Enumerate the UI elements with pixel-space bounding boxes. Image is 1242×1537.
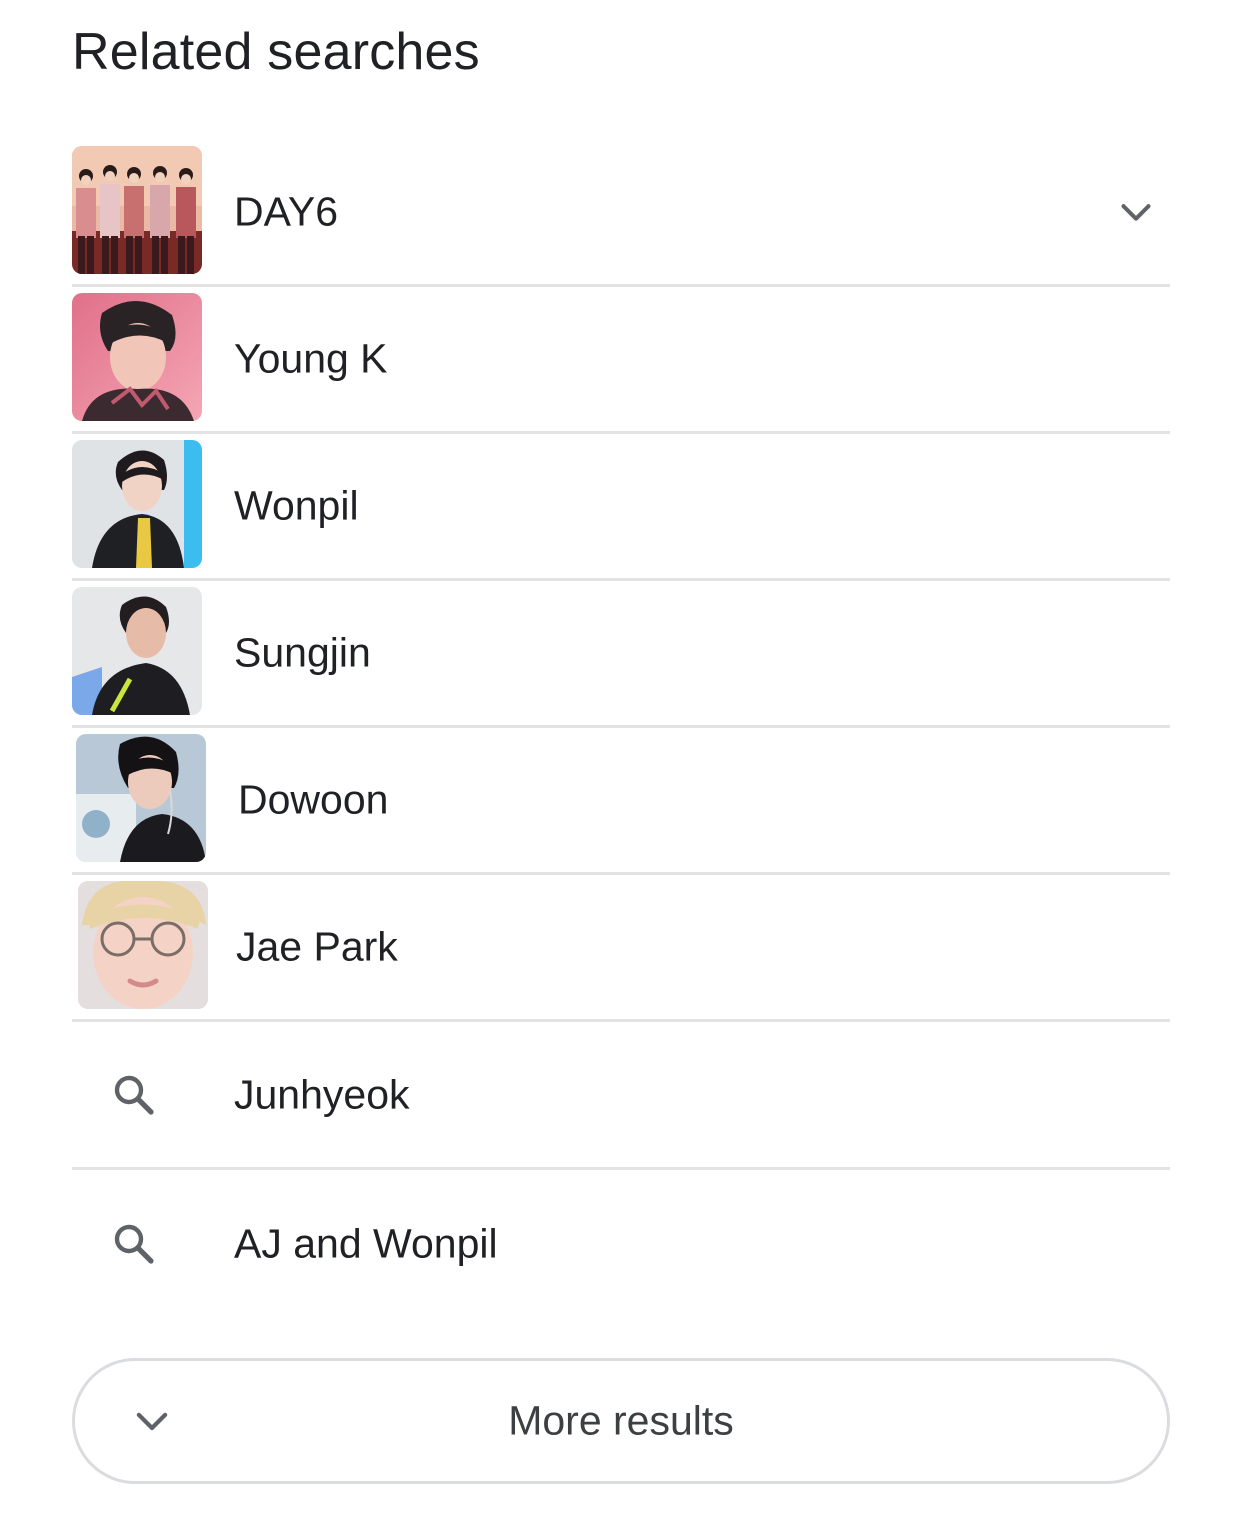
related-item-sungjin[interactable]: Sungjin	[72, 581, 1170, 728]
more-results-label: More results	[508, 1397, 734, 1444]
search-icon	[110, 1220, 158, 1268]
related-query-label: AJ and Wonpil	[234, 1220, 498, 1267]
related-searches-panel: Related searches DAY6 Young K Wonpil Sun…	[0, 0, 1242, 1537]
young-k-thumbnail	[72, 293, 202, 421]
related-item-label: Wonpil	[234, 482, 359, 529]
related-item-day6[interactable]: DAY6	[72, 140, 1170, 287]
chevron-down-icon[interactable]	[1116, 192, 1156, 232]
related-item-label: Dowoon	[238, 776, 389, 823]
related-item-label: Sungjin	[234, 629, 371, 676]
dowoon-thumbnail	[76, 734, 206, 862]
more-results-button[interactable]: More results	[72, 1358, 1170, 1484]
related-query-label: Junhyeok	[234, 1071, 410, 1117]
related-item-jae-park[interactable]: Jae Park	[72, 875, 1170, 1022]
related-query-junhyeok[interactable]: Junhyeok	[72, 1022, 1170, 1170]
related-item-label: Young K	[234, 335, 388, 382]
related-searches-list: DAY6 Young K Wonpil Sungjin Dowoon Jae P…	[72, 140, 1170, 1318]
day6-thumbnail	[72, 146, 202, 274]
related-query-aj-and-wonpil[interactable]: AJ and Wonpil	[72, 1170, 1170, 1318]
related-item-wonpil[interactable]: Wonpil	[72, 434, 1170, 581]
jae-park-thumbnail	[78, 881, 208, 1009]
related-item-dowoon[interactable]: Dowoon	[72, 728, 1170, 875]
section-title: Related searches	[72, 23, 480, 81]
search-icon	[110, 1071, 158, 1119]
related-item-label: Jae Park	[236, 923, 398, 970]
related-item-label: DAY6	[234, 188, 339, 235]
sungjin-thumbnail	[72, 587, 202, 715]
related-item-young-k[interactable]: Young K	[72, 287, 1170, 434]
wonpil-thumbnail	[72, 440, 202, 568]
